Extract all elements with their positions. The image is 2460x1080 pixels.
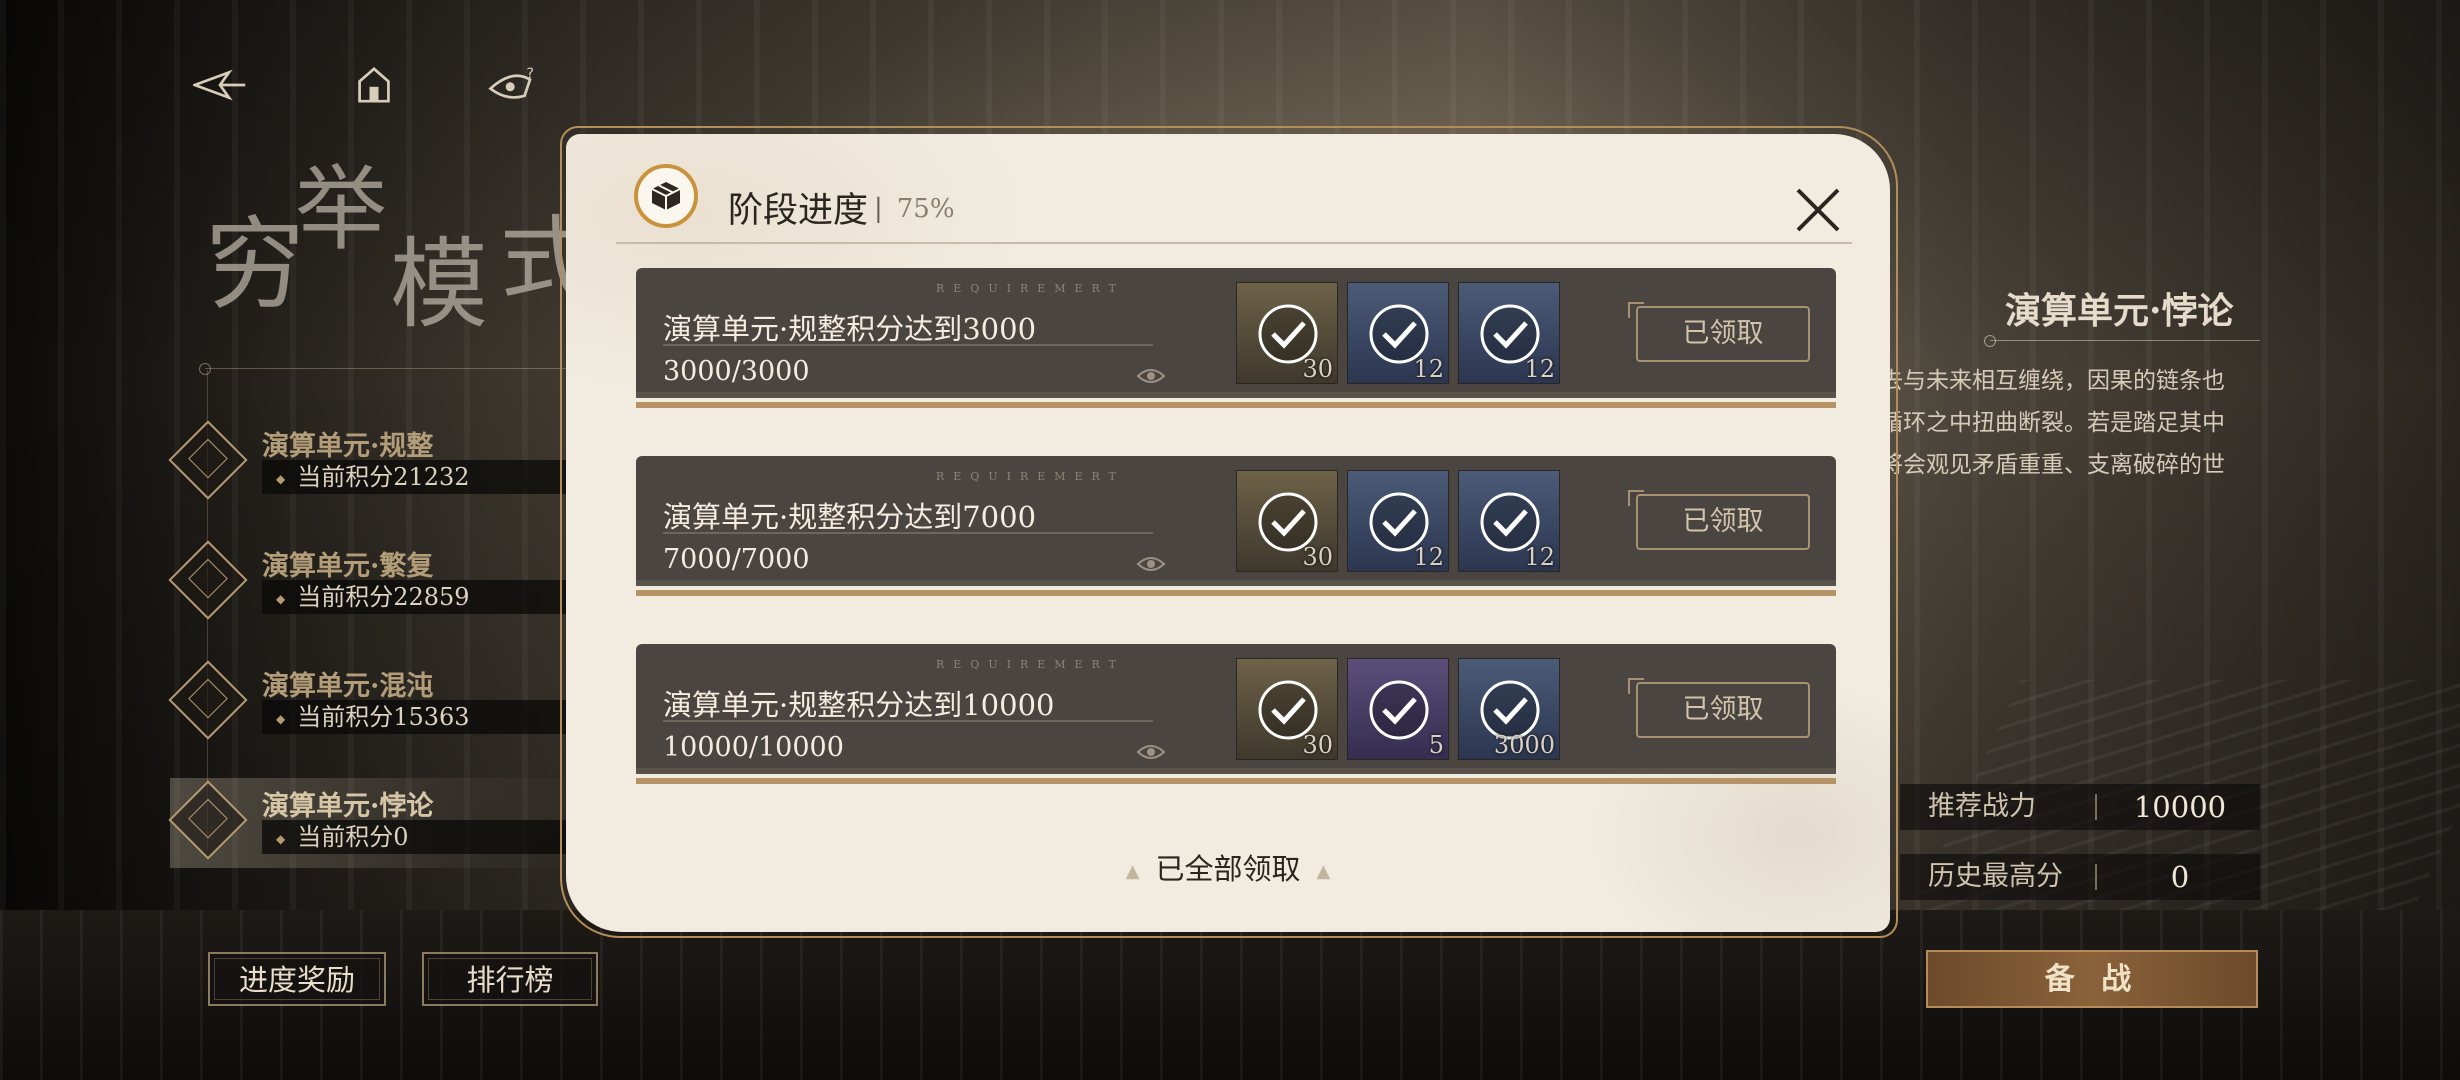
reward-item[interactable]: 30: [1236, 658, 1338, 760]
leaderboard-button[interactable]: 排行榜: [422, 952, 598, 1006]
unit-name: 演算单元·悖论: [262, 791, 434, 822]
reward-quantity: 5: [1428, 731, 1444, 759]
description-line: 去与未来相互缠绕，因果的链条也: [1880, 368, 2225, 394]
stage-progress-modal: 阶段进度 75% REQUIREMERT 演算单元·规整积分达到3000 300…: [560, 126, 1898, 938]
recommended-power-label: 推荐战力: [1928, 791, 2036, 822]
progress-bar: [636, 778, 1836, 784]
reward-item[interactable]: 30: [1236, 282, 1338, 384]
reward-item[interactable]: 12: [1458, 282, 1560, 384]
description-line: 循环之中扭曲断裂。若是踏足其中: [1880, 410, 2225, 436]
eye-icon[interactable]: [1136, 554, 1166, 574]
separator: [2095, 794, 2097, 820]
modal-title: 阶段进度: [728, 191, 869, 231]
unit-name: 演算单元·规整: [262, 431, 434, 462]
unit-score: 当前积分15363: [262, 700, 582, 734]
claimed-button[interactable]: 已领取: [1628, 490, 1810, 550]
claimed-button[interactable]: 已领取: [1628, 302, 1810, 362]
requirement-progress: 7000/7000: [663, 544, 810, 575]
unit-score: 当前积分21232: [262, 460, 582, 494]
mode-title: 穷 举 模 式: [205, 145, 592, 342]
home-icon[interactable]: [344, 60, 404, 110]
divider: [1984, 335, 2260, 347]
divider: [663, 344, 1153, 346]
svg-text:?: ?: [526, 66, 534, 82]
progress-reward-button[interactable]: 进度奖励: [208, 952, 386, 1006]
divider: [616, 242, 1852, 244]
close-icon[interactable]: [1790, 182, 1846, 238]
reward-quantity: 30: [1302, 355, 1333, 383]
best-score: 历史最高分 0: [1900, 854, 2260, 900]
unit-name: 演算单元·繁复: [262, 551, 434, 582]
unit-score: 当前积分0: [262, 820, 582, 854]
unit-item-complex[interactable]: 演算单元·繁复 当前积分22859: [168, 538, 590, 628]
separator: [2095, 864, 2097, 890]
progress-bar: [636, 402, 1836, 408]
all-claimed-status: ▲ 已全部领取 ▲: [566, 846, 1890, 888]
reward-quantity: 12: [1524, 543, 1555, 571]
divider: [663, 720, 1153, 722]
prepare-battle-button[interactable]: 备 战: [1926, 950, 2258, 1008]
requirement-text: 演算单元·规整积分达到7000: [663, 500, 1037, 534]
reward-item[interactable]: 12: [1458, 470, 1560, 572]
reward-item[interactable]: 5: [1347, 658, 1449, 760]
mode-title-char: 模: [390, 228, 488, 342]
unit-item-chaos[interactable]: 演算单元·混沌 当前积分15363: [168, 658, 590, 748]
best-score-value: 0: [2170, 860, 2190, 894]
best-score-label: 历史最高分: [1928, 861, 2063, 892]
diamond-icon: [168, 420, 248, 500]
reward-quantity: 12: [1524, 355, 1555, 383]
eye-icon[interactable]: [1136, 742, 1166, 762]
ornament-icon: ▲: [1125, 860, 1140, 882]
requirement-text: 演算单元·规整积分达到3000: [663, 312, 1037, 346]
mode-title-char: 穷: [205, 206, 305, 323]
reward-quantity: 30: [1302, 543, 1333, 571]
requirement-progress: 10000/10000: [663, 732, 844, 763]
stage-description: 去与未来相互缠绕，因果的链条也 循环之中扭曲断裂。若是踏足其中 将会观见矛盾重重…: [1880, 360, 2260, 486]
divider: [663, 532, 1153, 534]
requirement-caption: REQUIREMERT: [936, 658, 1125, 671]
requirement-caption: REQUIREMERT: [936, 282, 1125, 295]
diamond-icon: [168, 660, 248, 740]
diamond-icon: [168, 780, 248, 860]
reward-quantity: 30: [1302, 731, 1333, 759]
diamond-icon: [168, 540, 248, 620]
modal-body: 阶段进度 75% REQUIREMERT 演算单元·规整积分达到3000 300…: [566, 134, 1890, 932]
all-claimed-label: 已全部领取: [1155, 852, 1301, 886]
claimed-button[interactable]: 已领取: [1628, 678, 1810, 738]
progress-percent: 75%: [874, 194, 955, 224]
progress-bar: [636, 590, 1836, 596]
unit-item-regular[interactable]: 演算单元·规整 当前积分21232: [168, 418, 590, 508]
reward-item[interactable]: 30: [1236, 470, 1338, 572]
recommended-power: 推荐战力 10000: [1900, 784, 2260, 830]
check-icon: [1369, 680, 1429, 740]
unit-item-paradox[interactable]: 演算单元·悖论 当前积分0: [168, 778, 590, 868]
reward-quantity: 12: [1413, 543, 1444, 571]
divider: [199, 363, 575, 375]
description-line: 将会观见矛盾重重、支离破碎的世: [1880, 452, 2225, 478]
requirement-progress: 3000/3000: [663, 356, 810, 387]
reward-item[interactable]: 12: [1347, 470, 1449, 572]
requirement-row: REQUIREMERT 演算单元·规整积分达到10000 10000/10000…: [636, 644, 1836, 794]
mode-title-char: 举: [295, 156, 387, 263]
ornament-icon: ▲: [1316, 860, 1331, 882]
unit-score: 当前积分22859: [262, 580, 582, 614]
recommended-power-value: 10000: [2133, 790, 2227, 824]
reward-quantity: 12: [1413, 355, 1444, 383]
requirement-row: REQUIREMERT 演算单元·规整积分达到7000 7000/7000 30…: [636, 456, 1836, 606]
back-icon[interactable]: [190, 60, 250, 110]
requirement-row: REQUIREMERT 演算单元·规整积分达到3000 3000/3000 30…: [636, 268, 1836, 418]
help-icon[interactable]: ?: [482, 60, 542, 110]
reward-item[interactable]: 3000: [1458, 658, 1560, 760]
unit-name: 演算单元·混沌: [262, 671, 434, 702]
stage-title: 演算单元·悖论: [2005, 290, 2234, 332]
reward-item[interactable]: 12: [1347, 282, 1449, 384]
box-icon: [634, 164, 698, 228]
requirement-caption: REQUIREMERT: [936, 470, 1125, 483]
requirement-text: 演算单元·规整积分达到10000: [663, 688, 1055, 722]
eye-icon[interactable]: [1136, 366, 1166, 386]
reward-quantity: 3000: [1493, 731, 1555, 759]
